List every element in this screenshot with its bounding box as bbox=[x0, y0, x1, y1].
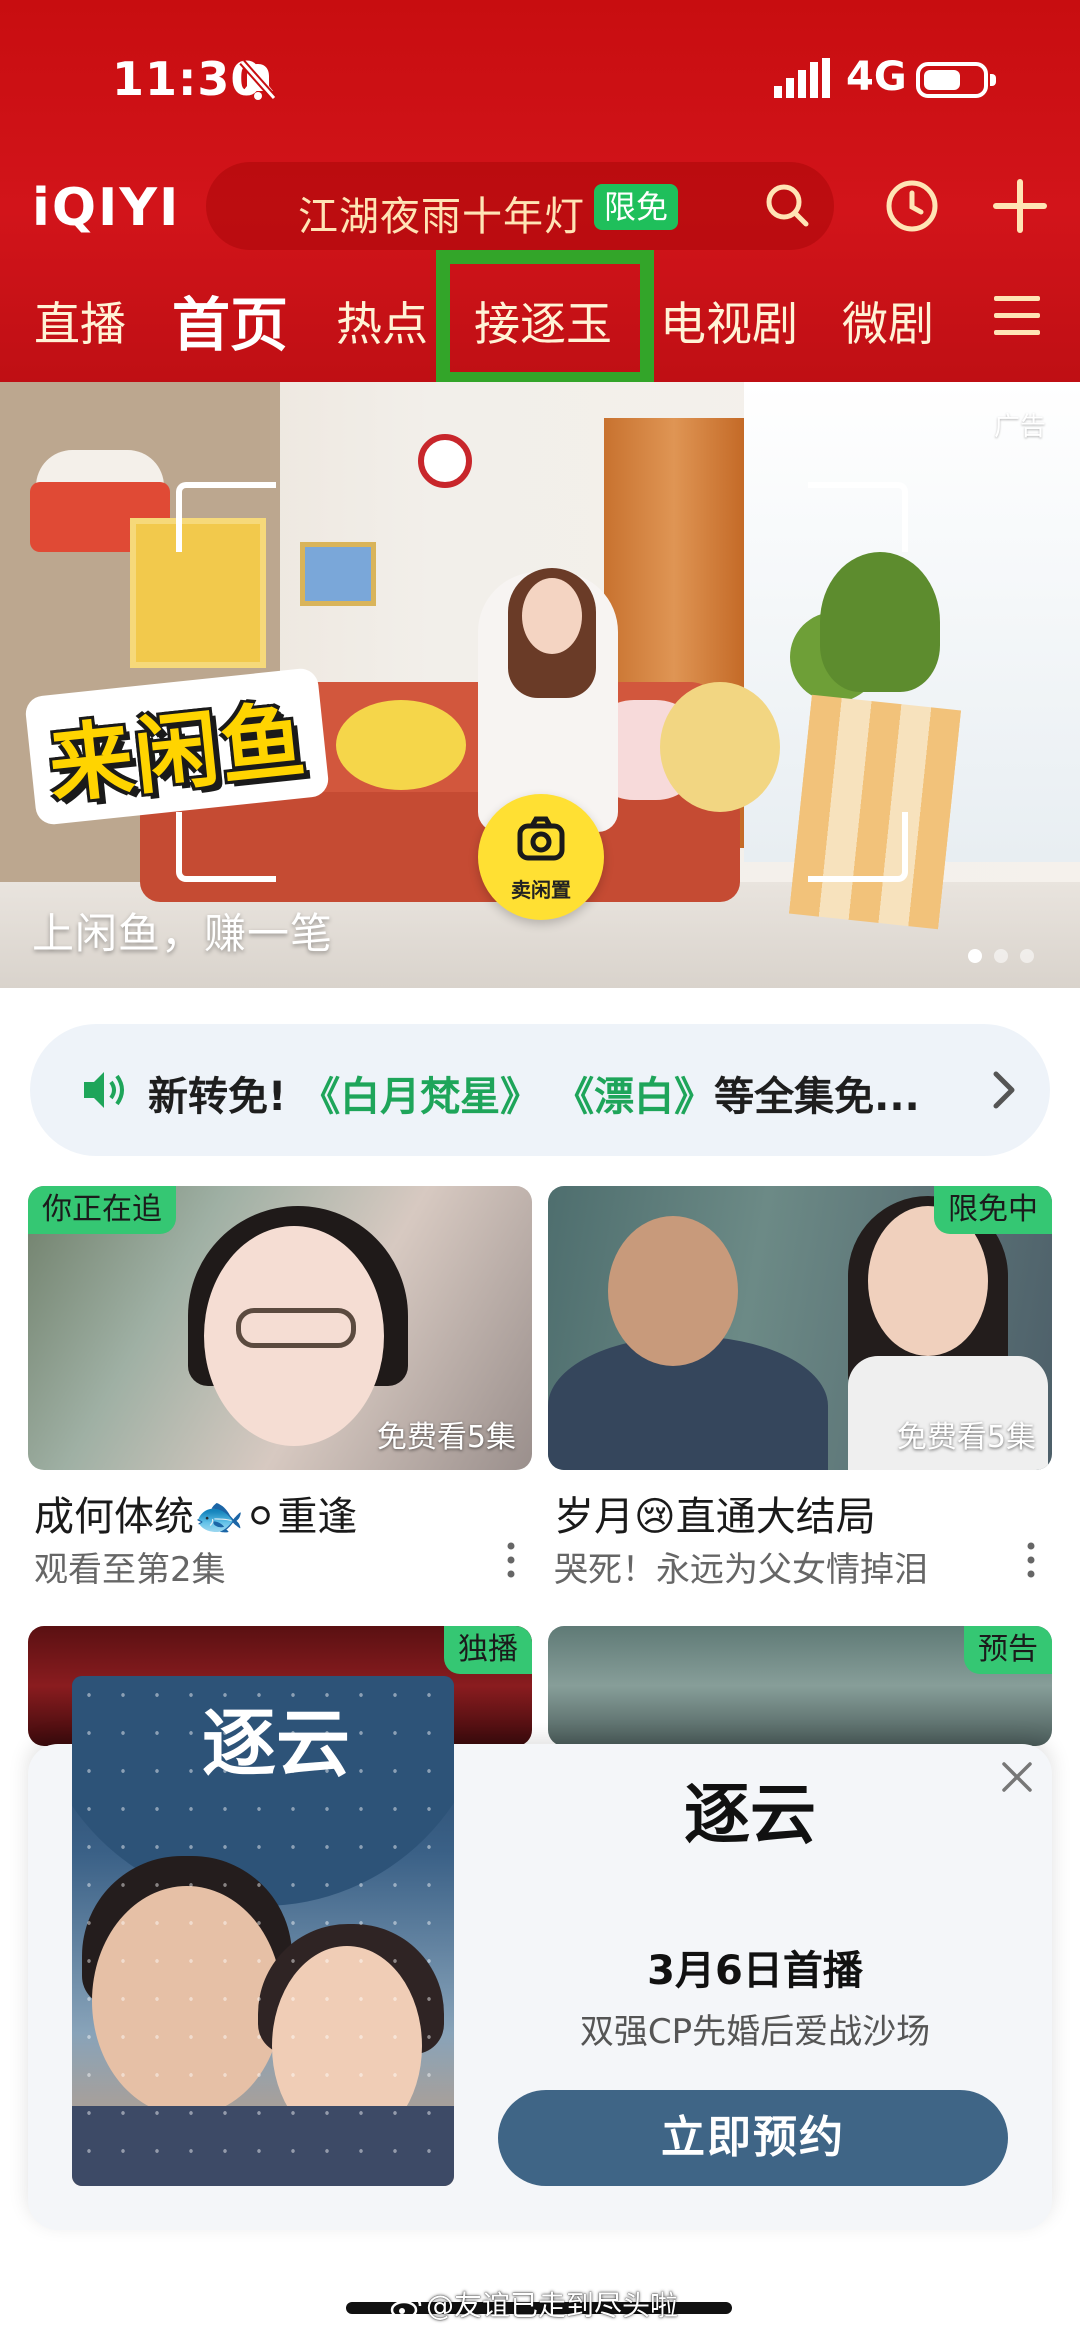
reserve-button[interactable]: 立即预约 bbox=[498, 2090, 1008, 2186]
carousel-dots bbox=[968, 948, 1058, 968]
tab-micro-drama[interactable]: 微剧 bbox=[842, 288, 934, 354]
search-icon[interactable] bbox=[762, 180, 814, 232]
carousel-dot-active bbox=[968, 949, 982, 963]
close-icon[interactable] bbox=[1000, 1760, 1034, 1794]
tab-home[interactable]: 首页 bbox=[172, 278, 288, 362]
search-query: 江湖夜雨十年灯 bbox=[298, 194, 585, 240]
speaker-icon bbox=[84, 1072, 124, 1108]
video-title[interactable]: 成何体统🐟⚪重逢 bbox=[34, 1484, 357, 1542]
announcement-title-2[interactable]: 《漂白》 bbox=[554, 1074, 714, 1120]
announcement-prefix: 新转免! bbox=[148, 1074, 287, 1120]
search-bar[interactable]: 江湖夜雨十年灯 限免 bbox=[206, 162, 834, 250]
poster-snow bbox=[72, 1676, 454, 2186]
promo-banner[interactable]: 来闲鱼 卖闲置 上闲鱼，赚一笔 广告 bbox=[0, 382, 1080, 988]
video-thumbnail[interactable]: 预告 bbox=[548, 1626, 1052, 1746]
sell-label: 卖闲置 bbox=[511, 878, 571, 902]
more-options-icon[interactable] bbox=[504, 1540, 518, 1580]
announcement-suffix: 等全集免... bbox=[714, 1074, 920, 1120]
thumb-figure-face bbox=[608, 1216, 738, 1366]
video-thumbnail[interactable]: 你正在追 免费看5集 bbox=[28, 1186, 532, 1470]
banner-plush-toy bbox=[336, 700, 466, 790]
banner-slogan: 上闲鱼，赚一笔 bbox=[32, 909, 334, 958]
carousel-dot bbox=[1020, 949, 1034, 963]
announcement-bar[interactable]: 新转免! 《白月梵星》 《漂白》等全集免... bbox=[30, 1024, 1050, 1156]
banner-model-face bbox=[522, 578, 582, 654]
drama-poster[interactable]: 逐云 bbox=[72, 1676, 454, 2186]
weibo-icon bbox=[390, 2296, 422, 2320]
mute-bell-icon bbox=[239, 59, 277, 101]
plus-icon[interactable] bbox=[992, 178, 1048, 234]
frame-corner bbox=[176, 812, 276, 882]
carousel-dot bbox=[994, 949, 1008, 963]
video-card[interactable]: 预告 bbox=[548, 1626, 1052, 1746]
iqiyi-logo[interactable]: iQIYI bbox=[32, 178, 180, 238]
drama-description: 双强CP先婚后爱战沙场 bbox=[579, 2012, 931, 2052]
video-subtitle: 哭死！永远为父女情掉泪 bbox=[554, 1550, 928, 1590]
sell-button[interactable]: 卖闲置 bbox=[478, 794, 604, 920]
highlight-box bbox=[436, 250, 654, 386]
announcement-title-1[interactable]: 《白月梵星》 bbox=[300, 1074, 540, 1120]
premiere-date: 3月6日首播 bbox=[647, 1948, 863, 1994]
banner-plant bbox=[820, 552, 940, 692]
chevron-right-icon[interactable] bbox=[990, 1068, 1020, 1112]
banner-wall-clock bbox=[418, 434, 472, 488]
status-bar: 11:30 4G bbox=[0, 48, 1080, 114]
camera-icon bbox=[517, 816, 565, 861]
weibo-watermark: @友谊已走到尽头啦 bbox=[390, 2284, 678, 2324]
history-clock-icon[interactable] bbox=[884, 178, 940, 234]
tab-hot[interactable]: 热点 bbox=[336, 288, 428, 354]
signal-icon bbox=[774, 58, 830, 98]
top-header: 11:30 4G iQIYI 江湖夜雨十年灯 限免 直播 首页 热点 接逐玉 电… bbox=[0, 0, 1080, 386]
thumb-glasses bbox=[236, 1308, 356, 1348]
drama-logo: 逐云 bbox=[684, 1775, 816, 1853]
video-card[interactable]: 限免中 免费看5集 岁月😢直通大结局 哭死！永远为父女情掉泪 bbox=[548, 1186, 1052, 1596]
watermark-text: @友谊已走到尽头啦 bbox=[426, 2289, 679, 2322]
banner-painting-small bbox=[300, 542, 376, 606]
status-badge: 独播 bbox=[444, 1626, 532, 1674]
network-type: 4G bbox=[846, 54, 907, 100]
ad-label: 广告 bbox=[994, 412, 1047, 442]
search-badge: 限免 bbox=[594, 184, 679, 230]
video-subtitle: 观看至第2集 bbox=[34, 1550, 226, 1590]
status-badge: 限免中 bbox=[934, 1186, 1052, 1234]
frame-corner bbox=[808, 812, 908, 882]
menu-icon[interactable] bbox=[992, 294, 1042, 338]
banner-pillow-yellow bbox=[660, 682, 780, 812]
video-card[interactable]: 你正在追 免费看5集 成何体统🐟⚪重逢 观看至第2集 bbox=[28, 1186, 532, 1596]
free-episodes-label: 免费看5集 bbox=[896, 1420, 1036, 1455]
more-options-icon[interactable] bbox=[1024, 1540, 1038, 1580]
tab-live[interactable]: 直播 bbox=[34, 288, 126, 354]
tab-tv-series[interactable]: 电视剧 bbox=[660, 288, 798, 354]
announcement-text: 新转免! 《白月梵星》 《漂白》等全集免... bbox=[148, 1064, 920, 1122]
frame-corner bbox=[808, 482, 908, 552]
status-badge: 预告 bbox=[964, 1626, 1052, 1674]
status-badge: 你正在追 bbox=[28, 1186, 176, 1234]
battery-icon bbox=[916, 62, 996, 98]
frame-corner bbox=[176, 482, 276, 552]
video-title[interactable]: 岁月😢直通大结局 bbox=[554, 1484, 876, 1542]
free-episodes-label: 免费看5集 bbox=[376, 1420, 516, 1455]
video-thumbnail[interactable]: 限免中 免费看5集 bbox=[548, 1186, 1052, 1470]
